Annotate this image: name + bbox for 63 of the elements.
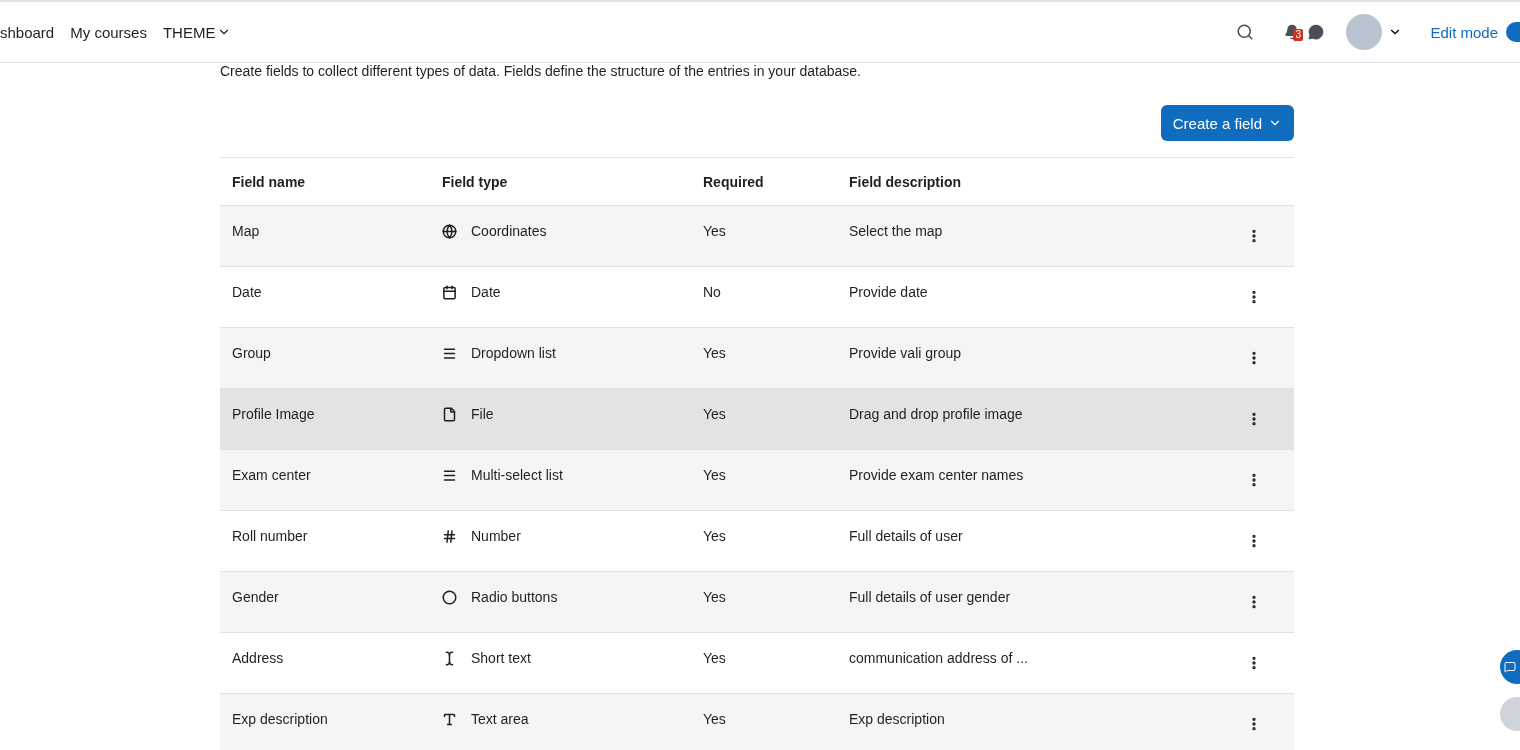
table-cell-text: No (702, 283, 722, 300)
list-icon (442, 467, 457, 483)
nav-link[interactable]: My courses (70, 23, 147, 41)
list-icon (442, 345, 457, 361)
table-cell-text: Yes (702, 588, 727, 605)
notification-button[interactable]: 3 (1284, 24, 1301, 40)
search-button[interactable] (1236, 23, 1255, 41)
table-cell: Text area (471, 711, 529, 727)
create-field-button[interactable]: Create a field (1160, 105, 1294, 141)
table-cell: File (471, 406, 494, 422)
table-cell-text: Provide vali group (848, 344, 963, 361)
table-cell-text: communication address of ... (848, 649, 1029, 666)
table-cell-text: Drag and drop profile image (848, 405, 1024, 422)
column-header: Field description (848, 173, 962, 190)
table-cell-text: Provide date (848, 283, 929, 300)
table-cell: Coordinates (471, 223, 547, 239)
nav-link[interactable]: shboard (0, 23, 55, 41)
chat-icon (1504, 661, 1516, 673)
table-cell-text: Provide exam center names (848, 466, 1025, 483)
table-cell-text: Select the map (848, 222, 944, 239)
column-header: Field name (231, 173, 307, 190)
table-cell-text: Yes (702, 649, 727, 666)
file-icon (442, 406, 457, 422)
table-cell-text: Address (231, 649, 285, 666)
column-header: Required (702, 173, 765, 190)
letter-icon (442, 711, 457, 727)
avatar (1346, 14, 1383, 50)
table-cell-text: Gender (231, 588, 280, 605)
calendar-icon (442, 284, 457, 300)
table-cell-text: Date (231, 283, 263, 300)
circle-icon (442, 589, 457, 605)
hash-icon (442, 528, 457, 544)
search-icon (1236, 23, 1255, 41)
table-cell: Number (471, 528, 521, 544)
table-cell: Multi-select list (471, 467, 563, 483)
table-cell: Short text (471, 650, 531, 666)
table-cell-text: Yes (702, 710, 727, 727)
table-cell-text: Profile Image (231, 405, 316, 422)
table-cell-text: Yes (702, 527, 727, 544)
chat-icon (1308, 24, 1325, 40)
table-cell-text: Exp description (231, 710, 329, 727)
table-cell: Dropdown list (471, 345, 556, 361)
table-cell: Radio buttons (471, 589, 558, 605)
intro-text: Create fields to collect different types of data. Fields define the structure of the entries in your database. (220, 63, 862, 79)
table-cell-text: Yes (702, 405, 727, 422)
table-cell-text: Yes (702, 344, 727, 361)
table-cell-text: Roll number (231, 527, 309, 544)
column-header: Field type (441, 173, 509, 190)
table-cell-text: Group (231, 344, 272, 361)
globe-icon (442, 223, 457, 239)
notification-badge: 3 (1293, 29, 1303, 41)
messages-button[interactable] (1308, 24, 1325, 40)
edit-mode-label: Edit mode (1430, 23, 1498, 41)
table-cell-text: Exp description (848, 710, 946, 727)
nav-link[interactable]: THEME (162, 23, 232, 41)
table-cell-text: Full details of user gender (848, 588, 1012, 605)
table-cell-text: Map (231, 222, 261, 239)
table-cell: Date (471, 284, 501, 300)
edit-mode-toggle[interactable] (1506, 22, 1520, 42)
table-cell-text: Full details of user (848, 527, 964, 544)
table-cell-text: Yes (702, 466, 727, 483)
table-cell-text: Exam center (231, 466, 312, 483)
table-cell-text: Yes (702, 222, 727, 239)
